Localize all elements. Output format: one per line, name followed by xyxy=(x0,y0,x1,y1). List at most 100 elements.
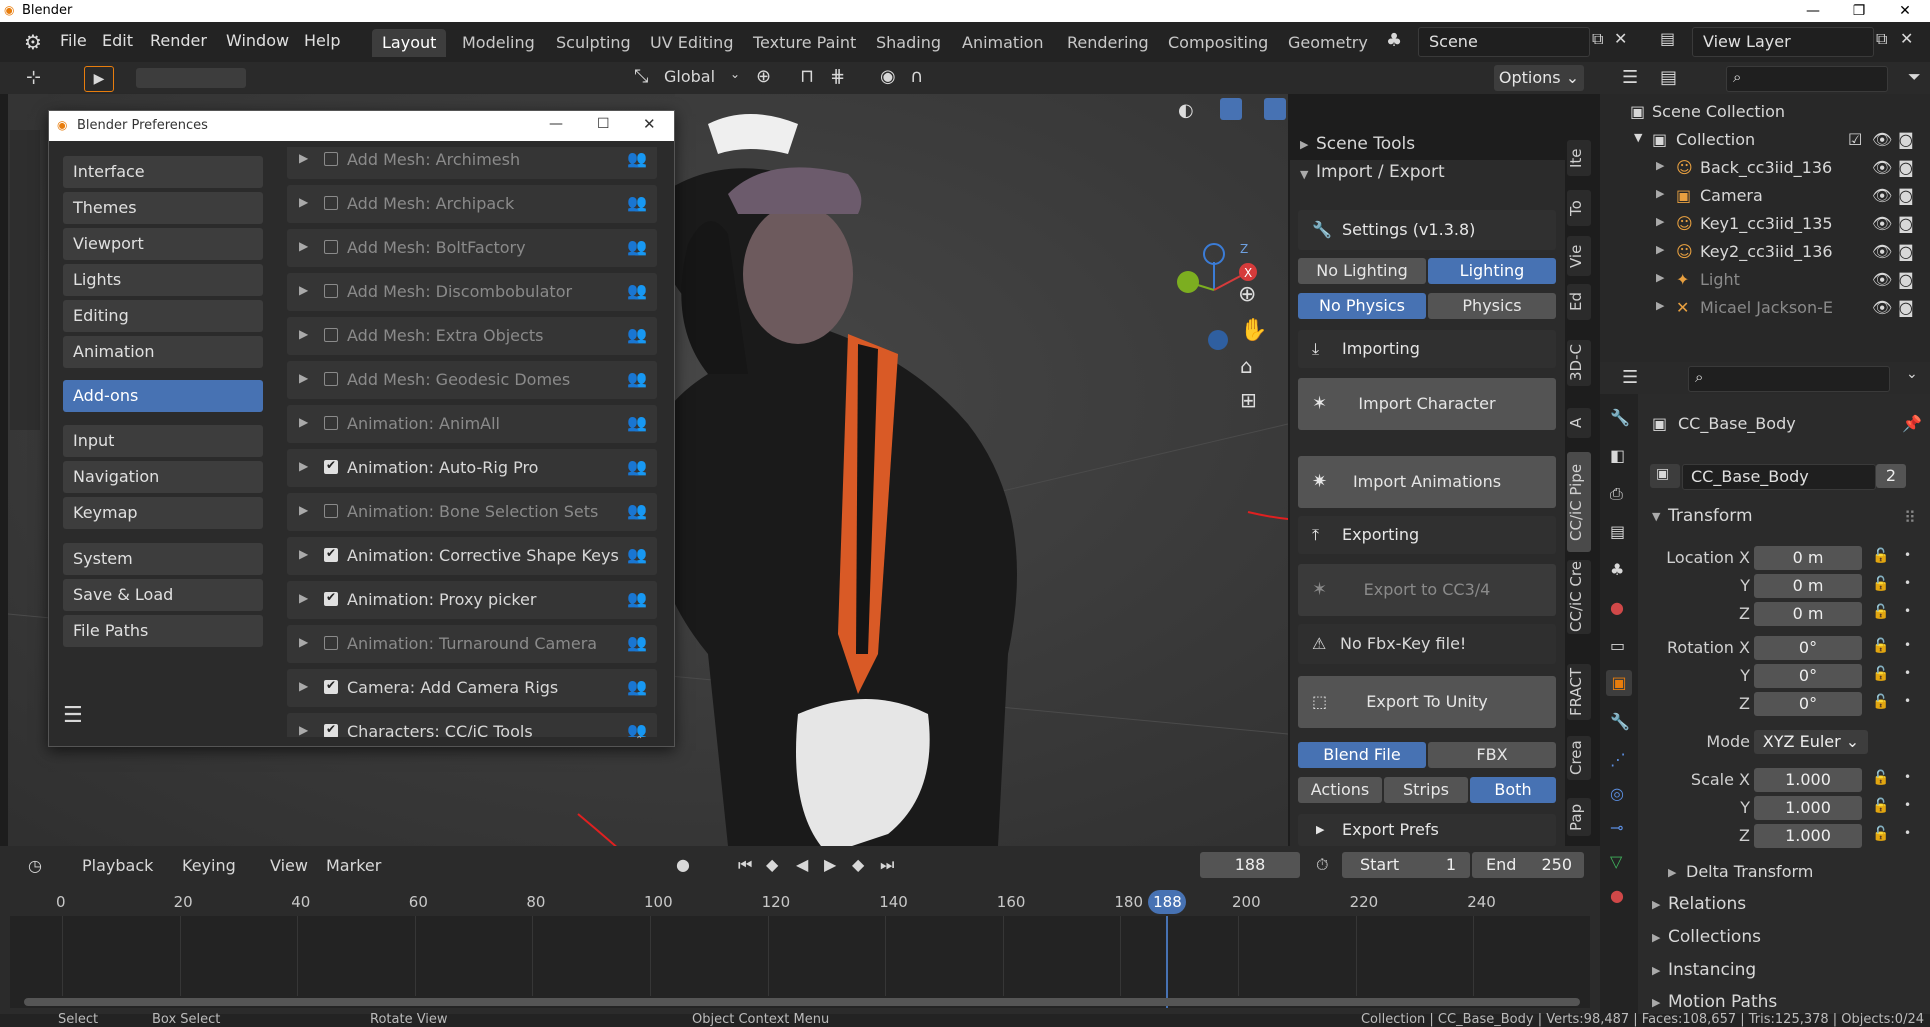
animate-dot-icon[interactable]: • xyxy=(1904,604,1911,618)
export-cc-button[interactable]: ✶ Export to CC3/4 xyxy=(1298,564,1556,616)
view-layer-selector[interactable]: View Layer xyxy=(1692,27,1874,57)
expand-arrow-icon[interactable]: ▶ xyxy=(1656,299,1664,312)
addon-row[interactable]: ▶ Add Mesh: BoltFactory 👥 xyxy=(287,229,657,267)
location-x-field[interactable]: 0 m xyxy=(1754,546,1862,570)
menu-file[interactable]: File xyxy=(60,31,87,50)
import-export-header[interactable]: Import / Export xyxy=(1316,162,1445,182)
prev-keyframe-icon[interactable]: ◆ xyxy=(766,855,778,874)
drag-handle-icon[interactable]: ⠿ xyxy=(1904,508,1916,527)
ortho-grid-icon[interactable]: ⊞ xyxy=(1240,388,1257,412)
play-icon[interactable]: ▶ xyxy=(824,855,836,874)
editor-type-icon[interactable]: ⊹ xyxy=(26,67,41,88)
lighting-button[interactable]: Lighting xyxy=(1428,258,1556,284)
view-layer-tab-icon[interactable]: ▤ xyxy=(1610,522,1625,541)
blender-menu-icon[interactable]: ⚙ xyxy=(24,30,42,54)
addon-row[interactable]: ▶ Animation: AnimAll 👥 xyxy=(287,405,657,443)
clock-editor-icon[interactable]: ◷ xyxy=(28,856,42,875)
lock-icon[interactable]: 🔓 xyxy=(1872,638,1889,654)
filter-icon[interactable]: ⏷ xyxy=(1908,67,1921,87)
visibility-eye-icon[interactable]: ◐ xyxy=(1178,100,1194,121)
animate-dot-icon[interactable]: • xyxy=(1904,770,1911,784)
collapse-arrow-icon[interactable]: ▶ xyxy=(1652,996,1660,1009)
addon-row[interactable]: ▶ Add Mesh: Discombobulator 👥 xyxy=(287,273,657,311)
expand-arrow-icon[interactable]: ▶ xyxy=(1656,187,1664,200)
outliner-item[interactable]: ▶ ☺ Back_cc3iid_136 👁 ◙ xyxy=(1600,154,1930,182)
camera-render-icon[interactable]: ◙ xyxy=(1898,130,1914,149)
end-frame-field[interactable]: End 250 xyxy=(1472,852,1584,878)
expand-arrow-icon[interactable]: ▶ xyxy=(299,327,308,341)
addon-enable-checkbox[interactable] xyxy=(324,196,338,210)
location-z-field[interactable]: 0 m xyxy=(1754,602,1862,626)
rotation-x-field[interactable]: 0° xyxy=(1754,636,1862,660)
eye-icon[interactable]: 👁 xyxy=(1872,242,1892,261)
object-type-icon[interactable]: ▣ xyxy=(1650,464,1680,488)
gizmo-toggle-icon[interactable] xyxy=(1220,98,1242,120)
editor-type-icon[interactable]: ☰ xyxy=(1622,367,1638,388)
fbx-button[interactable]: FBX xyxy=(1428,742,1556,768)
pivot-icon[interactable]: ⊕ xyxy=(756,66,771,87)
tab-texture-paint[interactable]: Texture Paint xyxy=(743,29,866,57)
addon-row[interactable]: ▶ Add Mesh: Archimesh 👥 xyxy=(287,147,657,179)
scale-x-field[interactable]: 1.000 xyxy=(1754,768,1862,792)
no-lighting-button[interactable]: No Lighting xyxy=(1298,258,1426,284)
addon-enable-checkbox[interactable] xyxy=(324,678,338,694)
camera-render-icon[interactable]: ◙ xyxy=(1898,214,1914,233)
tab-shading[interactable]: Shading xyxy=(866,29,951,57)
exporting-section[interactable]: ⤒ Exporting xyxy=(1298,516,1556,554)
overlay-toggle-icon[interactable] xyxy=(1264,98,1286,120)
tab-uv-editing[interactable]: UV Editing xyxy=(640,29,743,57)
delta-transform-header[interactable]: Delta Transform xyxy=(1686,862,1813,881)
physics-tab-icon[interactable]: ◎ xyxy=(1610,784,1624,803)
menu-edit[interactable]: Edit xyxy=(102,31,133,50)
dopesheet-area[interactable] xyxy=(10,916,1590,1008)
proportional-edit-icon[interactable]: ◉ xyxy=(880,66,896,87)
scroll-up-icon[interactable]: ⌃ xyxy=(635,735,643,746)
eye-icon[interactable]: 👁 xyxy=(1872,130,1892,149)
select-tool-icon[interactable]: ▶ xyxy=(84,66,114,92)
expand-arrow-icon[interactable]: ▼ xyxy=(1652,510,1660,523)
eye-icon[interactable]: 👁 xyxy=(1872,186,1892,205)
outliner-scene-collection[interactable]: ▣ Scene Collection xyxy=(1600,98,1930,126)
rotation-y-field[interactable]: 0° xyxy=(1754,664,1862,688)
data-tab-icon[interactable]: ▽ xyxy=(1610,852,1622,871)
expand-arrow-icon[interactable]: ▶ xyxy=(299,635,308,649)
expand-arrow-icon[interactable]: ▶ xyxy=(1656,271,1664,284)
lock-icon[interactable]: 🔓 xyxy=(1872,666,1889,682)
motion-paths-header[interactable]: Motion Paths xyxy=(1668,992,1777,1012)
physics-button[interactable]: Physics xyxy=(1428,293,1556,319)
tab-rendering[interactable]: Rendering xyxy=(1057,29,1159,57)
maximize-icon[interactable]: ❐ xyxy=(1836,0,1882,22)
scale-y-field[interactable]: 1.000 xyxy=(1754,796,1862,820)
outliner-collection[interactable]: ▼ ▣ Collection ☑ 👁 ◙ xyxy=(1600,126,1930,154)
addon-enable-checkbox[interactable] xyxy=(324,372,338,386)
animate-dot-icon[interactable]: • xyxy=(1904,576,1911,590)
camera-render-icon[interactable]: ◙ xyxy=(1898,298,1914,317)
new-view-layer-icon[interactable]: ⧉ xyxy=(1876,29,1887,49)
lock-icon[interactable]: 🔓 xyxy=(1872,604,1889,620)
tool-tab-icon[interactable]: 🔧 xyxy=(1610,408,1630,427)
remove-view-layer-icon[interactable]: ✕ xyxy=(1900,29,1913,48)
blend-file-button[interactable]: Blend File xyxy=(1298,742,1426,768)
tab-cc-ic-create[interactable]: CC/iC Cre xyxy=(1567,560,1591,634)
import-character-button[interactable]: ✶ Import Character xyxy=(1298,378,1556,430)
expand-arrow-icon[interactable]: ▶ xyxy=(299,239,308,253)
expand-arrow-icon[interactable]: ▶ xyxy=(1656,215,1664,228)
collapse-arrow-icon[interactable]: ▶ xyxy=(1300,138,1308,151)
outliner-search-input[interactable]: ⌕ xyxy=(1726,66,1888,92)
addon-row[interactable]: ▶ Add Mesh: Extra Objects 👥 xyxy=(287,317,657,355)
expand-arrow-icon[interactable]: ▶ xyxy=(299,547,308,561)
location-y-field[interactable]: 0 m xyxy=(1754,574,1862,598)
tab-a[interactable]: A xyxy=(1567,408,1591,438)
properties-search-input[interactable]: ⌕ xyxy=(1688,366,1890,392)
addon-row[interactable]: ▶ Animation: Auto-Rig Pro 👥 xyxy=(287,449,657,487)
close-icon[interactable]: ✕ xyxy=(643,115,656,133)
camera-render-icon[interactable]: ◙ xyxy=(1898,270,1914,289)
animate-dot-icon[interactable]: • xyxy=(1904,798,1911,812)
pin-icon[interactable]: 📌 xyxy=(1902,414,1922,433)
display-mode-icon[interactable]: ▤ xyxy=(1660,67,1677,88)
expand-arrow-icon[interactable]: ▶ xyxy=(299,503,308,517)
addon-row[interactable]: ▶ Animation: Bone Selection Sets 👥 xyxy=(287,493,657,531)
selection-mode-buttons[interactable] xyxy=(136,68,246,88)
collapse-arrow-icon[interactable]: ▶ xyxy=(1652,964,1660,977)
collection-tab-icon[interactable]: ▭ xyxy=(1610,636,1625,655)
